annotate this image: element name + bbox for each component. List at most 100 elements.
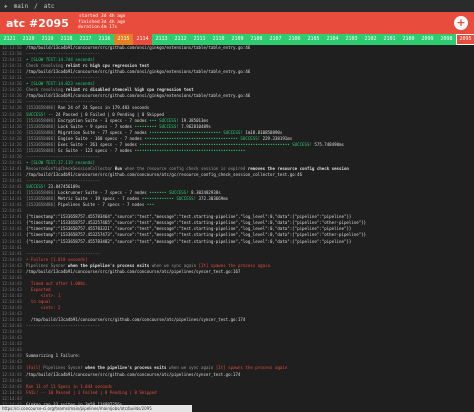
build-tab-2103[interactable]: 2103 xyxy=(342,34,361,45)
breadcrumb-job[interactable]: atc xyxy=(44,3,55,10)
finished-value: 3d 4h ago xyxy=(101,19,126,25)
build-tab-2117[interactable]: 2117 xyxy=(76,34,95,45)
build-tab-2099[interactable]: 2099 xyxy=(418,34,437,45)
log-segment: ------------------------------ xyxy=(26,250,100,256)
log-segment: when we sync again xyxy=(151,262,199,268)
log-segment: [1533658486] xyxy=(26,190,59,196)
log-segment: 1m18.810858890s xyxy=(245,129,283,135)
log-segment: ------------------------------ xyxy=(26,153,100,159)
log-text: [1533658486] Pipelines Suite - 7 specs -… xyxy=(26,202,154,208)
log-segment: • [SLOW TEST:17.119 seconds] xyxy=(26,159,96,165)
build-tab-2109[interactable]: 2109 xyxy=(228,34,247,45)
build-tab-2101[interactable]: 2101 xyxy=(380,34,399,45)
build-header: atc #2095 started 3d 4h ago finished3d 4h… xyxy=(0,12,474,34)
log-segment: Check resolving xyxy=(26,87,66,93)
log-segment: Ran 24 of 24 Specs in 179.483 seconds xyxy=(58,105,150,111)
log-segment: Migration Suite - 77 specs - 7 nodes xyxy=(58,129,150,135)
log-segment: [1533658486] xyxy=(26,105,59,111)
log-segment: ••••••••••••••••••••••••••••• SUCCESS! xyxy=(149,129,246,135)
build-tab-2115[interactable]: 2115 xyxy=(114,34,133,45)
log-text: {"timestamp":"1533658757.455783482","sou… xyxy=(26,239,351,245)
log-text: /tmp/build/13ca4b91/concourse/src/github… xyxy=(26,269,240,275)
log-segment: ------------------------------ xyxy=(26,178,100,184)
status-url-bar: https://ci.concourse-ci.org/teams/main/p… xyxy=(0,405,192,412)
log-segment: [It] spawns the process again xyxy=(198,262,271,268)
log-segment: ••••••••••••• SUCCESS! xyxy=(141,196,199,202)
build-tab-2102[interactable]: 2102 xyxy=(361,34,380,45)
log-segment: [1533658486] xyxy=(26,135,59,141)
log-text: FAIL! -- 10 Passed | 1 Failed | 0 Pendin… xyxy=(26,390,157,396)
log-segment: ------------------------------ xyxy=(26,51,100,57)
build-history-tabs: 2121 2120 2119 2118 2117 2116 2115 2114 2113 2112… xyxy=(0,34,474,45)
log-segment: /tmp/build/13ca4b91/concourse/src/github… xyxy=(26,268,241,274)
log-segment: ------------------------------ xyxy=(26,75,100,81)
log-segment: /tmp/build/13ca4b91/concourse/src/github… xyxy=(26,371,241,377)
log-segment: when we sync again xyxy=(168,365,216,371)
log-segment: relint rc disabled stemcell high cpu reg… xyxy=(65,87,194,93)
build-tab-2105[interactable]: 2105 xyxy=(304,34,323,45)
log-segment: <int>: 1 xyxy=(26,292,61,298)
log-segment: [Fail] xyxy=(26,365,44,371)
log-segment: • [SLOW TEST:14.744 seconds] xyxy=(26,57,96,63)
log-segment: Encryption Suite - 3 specs - 7 nodes xyxy=(58,117,150,123)
log-segment: when the resource config check session i… xyxy=(124,165,248,171)
log-segment: Lockrunner Suite - 7 specs - 7 nodes xyxy=(58,190,150,196)
build-tab-2111[interactable]: 2111 xyxy=(190,34,209,45)
build-tab-2108[interactable]: 2108 xyxy=(247,34,266,45)
log-segment: Exec Suite - 261 specs - 7 nodes xyxy=(58,141,140,147)
log-segment: Lock Suite - 9 specs - 7 nodes xyxy=(58,123,135,129)
log-segment: Pipelines Suite - 7 specs - 7 nodes xyxy=(58,202,147,208)
log-segment: when the pipeline's process exits xyxy=(85,365,169,371)
log-segment: SUCCESS! xyxy=(26,184,49,190)
log-segment: Summarizing 1 Failure: xyxy=(26,353,81,359)
build-tab-2119[interactable]: 2119 xyxy=(38,34,57,45)
build-tab-2100[interactable]: 2100 xyxy=(399,34,418,45)
build-tab-2106[interactable]: 2106 xyxy=(285,34,304,45)
build-tab-2095[interactable]: 2095 xyxy=(456,34,474,45)
build-tab-2121[interactable]: 2121 xyxy=(0,34,19,45)
log-segment: /tmp/build/13ca4b91/concourse/src/github… xyxy=(26,45,251,50)
log-segment: Metric Suite - 19 specs - 7 nodes xyxy=(58,196,142,202)
log-segment: ••••••••••••••••••••••••••••••••••••••••… xyxy=(134,147,246,153)
log-segment: 575.748490ms xyxy=(314,141,344,147)
build-tab-2110[interactable]: 2110 xyxy=(209,34,228,45)
build-tab-2120[interactable]: 2120 xyxy=(19,34,38,45)
log-segment: [1533658486] xyxy=(26,147,59,153)
log-segment: 19.385013ms xyxy=(181,117,209,123)
build-tab-2107[interactable]: 2107 xyxy=(266,34,285,45)
log-segment: 8.302482938s xyxy=(191,190,221,196)
build-tab-2104[interactable]: 2104 xyxy=(323,34,342,45)
log-segment: 372.303669ms xyxy=(198,196,229,202)
log-segment: /tmp/build/13ca4b91/concourse/src/github… xyxy=(26,171,303,177)
concourse-logo-icon[interactable]: ✈ xyxy=(4,3,8,10)
build-tab-2118[interactable]: 2118 xyxy=(57,34,76,45)
log-segment: SUCCESS! xyxy=(26,111,49,117)
duration-label: duration xyxy=(78,25,100,31)
log-segment: ResourceConfigCheckSessionCollector xyxy=(26,165,115,171)
build-tab-2112[interactable]: 2112 xyxy=(171,34,190,45)
log-segment: [1533658486] xyxy=(26,123,59,129)
build-title: atc #2095 xyxy=(6,16,69,30)
log-segment: 7.962810489s xyxy=(181,123,211,129)
build-tab-2116[interactable]: 2116 xyxy=(95,34,114,45)
log-text: <int>: 2 xyxy=(26,305,61,311)
duration-value: 4m 17s xyxy=(101,25,118,31)
build-log: 12:13:56/tmp/build/13ca4b91/concourse/sr… xyxy=(0,45,474,405)
log-segment: /tmp/build/13ca4b91/concourse/src/github… xyxy=(26,317,246,323)
log-segment: Check resolving xyxy=(26,63,66,69)
log-segment: [1533658486] xyxy=(26,129,59,135)
log-segment: Run xyxy=(114,165,125,171)
log-segment: relint rc high cpu regression test xyxy=(65,63,150,69)
log-segment: -- 10 Passed | 1 Failed | 0 Pending | 0 … xyxy=(40,389,157,395)
log-segment: ------------------------------ xyxy=(26,99,100,105)
trigger-build-button[interactable]: + xyxy=(454,16,468,30)
log-segment: [It] spawns the process again xyxy=(215,365,288,371)
log-segment: ••••••• SUCCESS! xyxy=(149,190,192,196)
log-text: /tmp/build/13ca4b91/concourse/src/github… xyxy=(26,372,240,378)
build-tab-2114[interactable]: 2114 xyxy=(133,34,152,45)
log-segment: 23.847456189s xyxy=(48,184,81,190)
breadcrumb-pipeline[interactable]: main xyxy=(14,3,28,10)
build-tab-2113[interactable]: 2113 xyxy=(152,34,171,45)
log-text: Summarizing 1 Failure: xyxy=(26,353,80,359)
build-tab-2098[interactable]: 2098 xyxy=(437,34,456,45)
